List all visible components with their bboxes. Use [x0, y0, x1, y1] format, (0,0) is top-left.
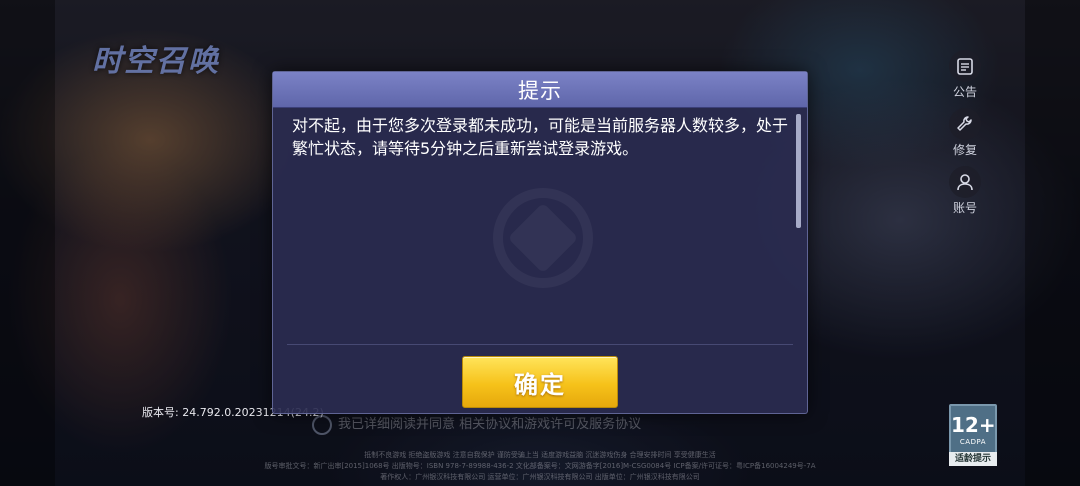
- left-edge-shade: [0, 0, 55, 486]
- age-rating-number: 12+: [951, 413, 996, 437]
- dialog-scrollbar[interactable]: [796, 114, 801, 228]
- game-logo: 时空召唤: [92, 44, 220, 79]
- repair-label: 修复: [952, 143, 977, 157]
- dialog-header: 提示: [273, 72, 807, 108]
- right-edge-shade: [1025, 0, 1080, 486]
- user-icon: [949, 166, 981, 198]
- game-logo-watermark-icon: [493, 188, 593, 288]
- dialog-body: 对不起，由于您多次登录都未成功，可能是当前服务器人数较多，处于繁忙状态，请等待5…: [273, 108, 807, 344]
- agreement-checkbox[interactable]: [312, 414, 332, 435]
- confirm-button[interactable]: 确定: [462, 356, 618, 408]
- age-rating-org: CADPA: [959, 438, 987, 446]
- dialog-message: 对不起，由于您多次登录都未成功，可能是当前服务器人数较多，处于繁忙状态，请等待5…: [292, 116, 789, 158]
- dialog-scrollbar-thumb[interactable]: [796, 114, 801, 228]
- legal-footer: 抵制不良游戏 拒绝盗版游戏 注意自我保护 谨防受骗上当 适度游戏益脑 沉迷游戏伤…: [260, 450, 820, 483]
- dialog-divider: [287, 344, 793, 345]
- age-rating-badge[interactable]: 12+ CADPA 适龄提示: [949, 404, 997, 466]
- dialog-title: 提示: [518, 78, 562, 103]
- account-button[interactable]: 账号: [944, 166, 986, 216]
- notice-dialog: 提示 对不起，由于您多次登录都未成功，可能是当前服务器人数较多，处于繁忙状态，请…: [272, 71, 808, 414]
- agreement-text: 我已详细阅读并同意 相关协议和游戏许可及服务协议: [338, 417, 642, 432]
- legal-line: 著作权人：广州银汉科技有限公司 运营单位：广州银汉科技有限公司 出版单位：广州银…: [380, 473, 700, 481]
- confirm-button-label: 确定: [514, 370, 566, 399]
- notice-icon: [949, 50, 981, 82]
- notice-label: 公告: [952, 85, 977, 99]
- age-rating-tip: 适龄提示: [949, 452, 997, 466]
- legal-line: 抵制不良游戏 拒绝盗版游戏 注意自我保护 谨防受骗上当 适度游戏益脑 沉迷游戏伤…: [364, 451, 716, 459]
- agreement-row[interactable]: 我已详细阅读并同意 相关协议和游戏许可及服务协议: [312, 413, 792, 435]
- account-label: 账号: [952, 201, 977, 215]
- repair-button[interactable]: 修复: [944, 108, 986, 158]
- wrench-icon: [949, 108, 981, 140]
- legal-line: 版号审批文号：新广出审[2015]1068号 出版物号：ISBN 978-7-8…: [264, 462, 816, 470]
- notice-button[interactable]: 公告: [944, 50, 986, 100]
